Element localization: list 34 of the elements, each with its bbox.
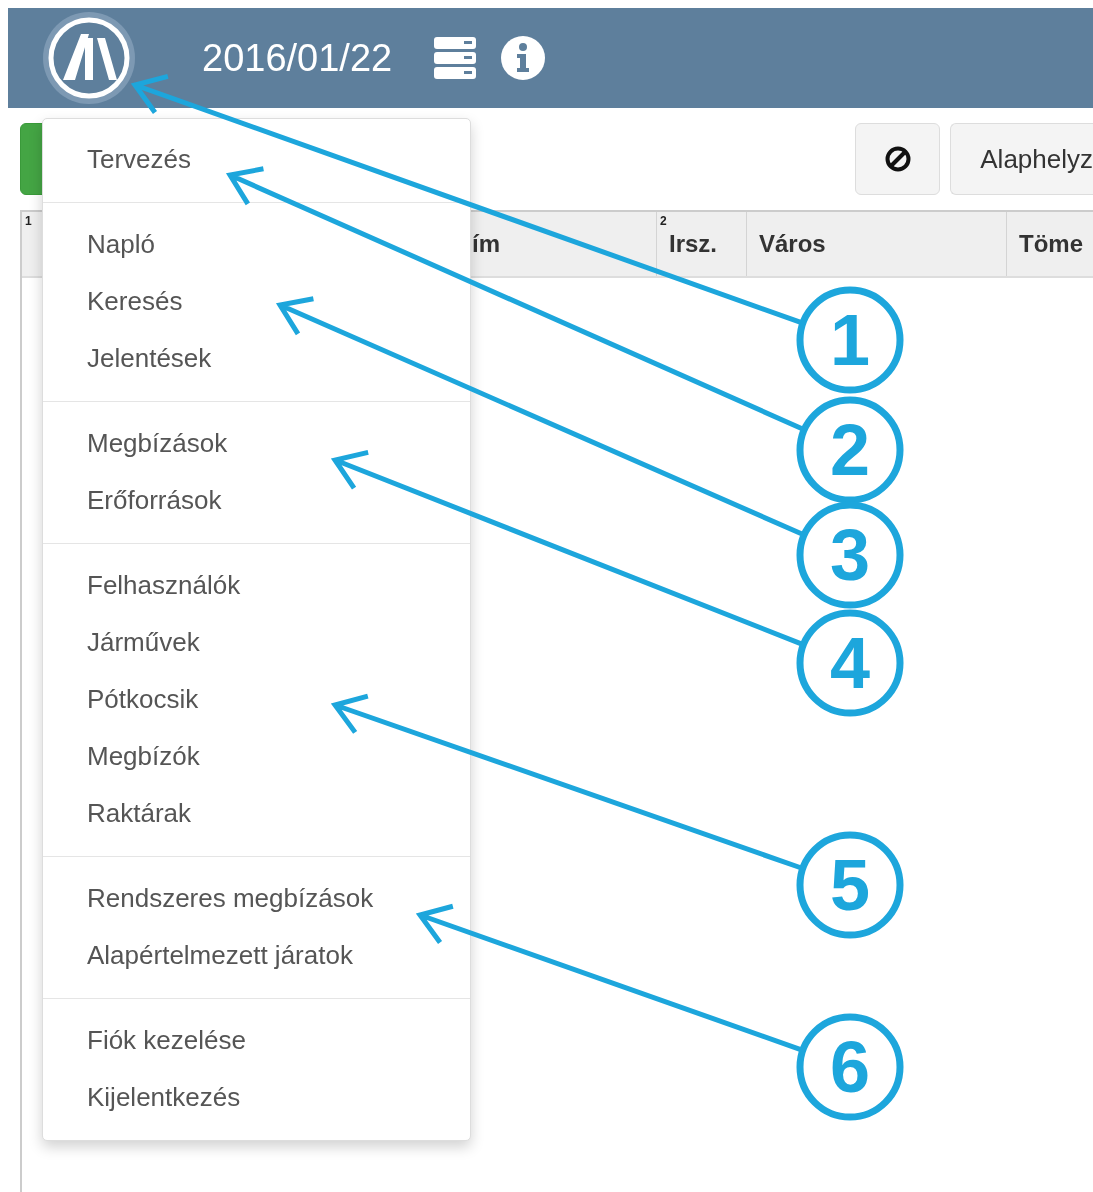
column-header[interactable]: Irsz. <box>669 230 718 258</box>
callout-badge: 3 <box>796 501 904 609</box>
menu-item[interactable]: Megbízások <box>43 415 470 472</box>
column-header[interactable]: Város <box>759 230 826 258</box>
menu-item[interactable]: Tervezés <box>43 131 470 188</box>
callout-badge: 2 <box>796 396 904 504</box>
menu-item[interactable]: Megbízók <box>43 728 470 785</box>
menu-item[interactable]: Erőforrások <box>43 472 470 529</box>
menu-item[interactable]: Fiók kezelése <box>43 1012 470 1069</box>
menu-item[interactable]: Keresés <box>43 273 470 330</box>
menu-item[interactable]: Napló <box>43 216 470 273</box>
menu-item[interactable]: Alapértelmezett járatok <box>43 927 470 984</box>
menu-item[interactable]: Raktárak <box>43 785 470 842</box>
info-icon[interactable] <box>500 35 547 81</box>
menu-item[interactable]: Pótkocsik <box>43 671 470 728</box>
callout-badge: 1 <box>796 286 904 394</box>
prohibited-icon <box>883 145 912 173</box>
callout-badge: 6 <box>796 1013 904 1121</box>
menu-item[interactable]: Jelentések <box>43 330 470 387</box>
logo-icon[interactable] <box>41 10 137 106</box>
server-icon[interactable] <box>432 35 479 81</box>
sort-index: 2 <box>660 214 667 228</box>
menu-item[interactable]: Rendszeres megbízások <box>43 870 470 927</box>
column-header[interactable]: ím <box>472 230 500 258</box>
callout-badge: 5 <box>796 831 904 939</box>
callout-badge: 4 <box>796 609 904 717</box>
column-header[interactable]: Töme <box>1019 230 1083 258</box>
sort-index: 1 <box>25 214 32 228</box>
date-label: 2016/01/22 <box>202 36 393 80</box>
menu-item[interactable]: Felhasználók <box>43 557 470 614</box>
reset-button[interactable]: Alaphelyz <box>950 123 1093 195</box>
clear-button[interactable] <box>855 123 941 195</box>
menu-item[interactable]: Járművek <box>43 614 470 671</box>
menu-item[interactable]: Kijelentkezés <box>43 1069 470 1126</box>
